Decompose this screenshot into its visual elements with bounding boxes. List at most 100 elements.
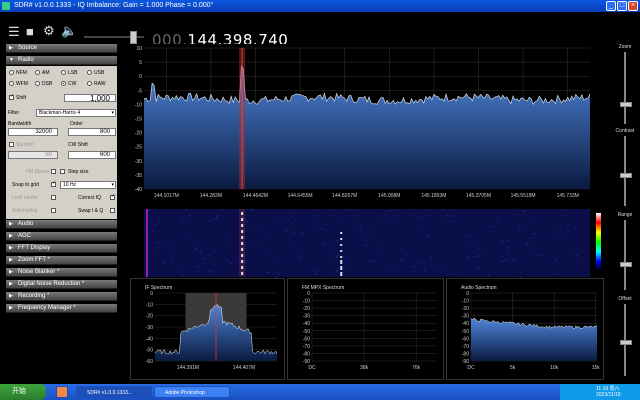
section-zoom-fft[interactable]: ▶ Zoom FFT * bbox=[6, 256, 117, 265]
waterfall-noise bbox=[268, 232, 271, 234]
mode-radio-dsb[interactable] bbox=[35, 81, 40, 86]
zoom-slider-track bbox=[624, 52, 626, 124]
waterfall-noise bbox=[287, 219, 290, 221]
snap-select[interactable]: 10 Hz bbox=[60, 181, 116, 189]
section-digital-noise-reduction[interactable]: ▶ Digital Noise Reduction * bbox=[6, 280, 117, 289]
spectrum-xtick: 144.6455M bbox=[288, 193, 313, 199]
zoom-slider-thumb[interactable] bbox=[620, 102, 632, 107]
waterfall-noise bbox=[371, 231, 374, 233]
waterfall-noise bbox=[181, 274, 184, 276]
mode-radio-lsb[interactable] bbox=[61, 70, 66, 75]
waterfall-display[interactable] bbox=[130, 208, 610, 278]
panel-ytick: 0 bbox=[307, 291, 310, 297]
range-slider-thumb[interactable] bbox=[620, 262, 632, 267]
task-photoshop[interactable]: Adobe Photoshop bbox=[154, 386, 230, 398]
section-source[interactable]: ▶ Source bbox=[6, 44, 117, 53]
mode-radio-wfm[interactable] bbox=[9, 81, 14, 86]
mode-radio-am[interactable] bbox=[35, 70, 40, 75]
squelch-checkbox[interactable] bbox=[9, 142, 14, 147]
zoom-label: Zoom bbox=[618, 44, 632, 50]
fmstereo-checkbox[interactable] bbox=[51, 169, 56, 174]
app-icon bbox=[2, 2, 10, 10]
waterfall-signal bbox=[340, 274, 343, 276]
waterfall-noise bbox=[348, 209, 351, 211]
stop-icon[interactable]: ■ bbox=[26, 25, 34, 39]
antifading-checkbox[interactable] bbox=[51, 208, 56, 213]
waterfall-signal bbox=[340, 256, 343, 258]
waterfall-noise bbox=[316, 270, 319, 272]
waterfall-noise bbox=[426, 235, 429, 237]
waterfall-signal bbox=[241, 218, 244, 221]
section-radio[interactable]: ▼ Radio bbox=[6, 56, 117, 65]
waterfall-noise bbox=[207, 255, 210, 257]
spectrum-xtick: 145.3705M bbox=[466, 193, 491, 199]
volume-slider-thumb[interactable] bbox=[130, 31, 137, 44]
waterfall-noise bbox=[379, 250, 382, 252]
section-frequency-manager[interactable]: ▶ Frequency Manager * bbox=[6, 304, 117, 313]
waterfall-noise bbox=[376, 247, 379, 249]
close-button[interactable]: × bbox=[628, 1, 638, 11]
mode-label-dsb: DSB bbox=[42, 81, 53, 87]
waterfall-noise bbox=[564, 215, 567, 217]
quicklaunch-icon[interactable] bbox=[56, 386, 68, 398]
gear-icon[interactable]: ⚙ bbox=[43, 24, 55, 38]
mode-radio-cw[interactable] bbox=[61, 81, 66, 86]
spectrum-xtick: 145.1893M bbox=[421, 193, 446, 199]
mode-radio-usb[interactable] bbox=[87, 70, 92, 75]
bandwidth-label: Bandwidth bbox=[8, 121, 32, 127]
waterfall-noise bbox=[157, 247, 160, 249]
waterfall-noise bbox=[266, 272, 269, 274]
waterfall-edge-signal bbox=[146, 209, 148, 277]
mode-radio-nfm[interactable] bbox=[9, 70, 14, 75]
shift-checkbox[interactable] bbox=[9, 93, 14, 100]
panel-ytick: -10 bbox=[303, 299, 310, 305]
waterfall-noise bbox=[208, 275, 211, 277]
waterfall-noise bbox=[369, 260, 372, 262]
waterfall-signal bbox=[340, 244, 343, 246]
contrast-slider-thumb[interactable] bbox=[620, 173, 632, 178]
waterfall-noise bbox=[289, 212, 292, 214]
bandwidth-input[interactable]: 32000 bbox=[8, 128, 58, 136]
maximize-button[interactable]: □ bbox=[617, 1, 627, 11]
waterfall-noise bbox=[267, 248, 270, 250]
task-sdr[interactable]: SDR# v1.0.0.1333... bbox=[76, 386, 152, 398]
offset-slider-thumb[interactable] bbox=[620, 340, 632, 345]
section-noise-blanker[interactable]: ▶ Noise Blanker * bbox=[6, 268, 117, 277]
mode-radio-raw[interactable] bbox=[87, 81, 92, 86]
filter-select[interactable]: Blackman-Harris 4 bbox=[36, 109, 116, 117]
shift-input[interactable]: 1,000 bbox=[64, 94, 116, 103]
lockcarrier-checkbox[interactable] bbox=[51, 195, 56, 200]
section-fft-display[interactable]: ▶ FFT Display bbox=[6, 244, 117, 253]
waterfall-noise bbox=[518, 228, 521, 230]
waterfall-noise bbox=[442, 209, 445, 211]
snap-checkbox[interactable] bbox=[51, 180, 56, 187]
swapiq-checkbox[interactable] bbox=[110, 208, 115, 213]
stepsize-checkbox[interactable] bbox=[60, 169, 65, 174]
menu-icon[interactable]: ☰ bbox=[8, 25, 20, 39]
waterfall-noise bbox=[359, 230, 362, 232]
waterfall-noise bbox=[399, 249, 402, 251]
correctiq-checkbox[interactable] bbox=[110, 193, 115, 200]
squelch-input[interactable]: 50 bbox=[8, 151, 58, 159]
panel-ytick: -20 bbox=[462, 306, 469, 312]
speaker-icon[interactable]: 🔈 bbox=[61, 24, 77, 38]
waterfall-noise bbox=[559, 224, 562, 226]
minimize-button[interactable]: _ bbox=[606, 1, 616, 11]
toolbar: ☰ ■ ⚙ 🔈 000.144.398.740 bbox=[0, 12, 640, 49]
order-input[interactable]: 800 bbox=[68, 128, 116, 136]
section-recording[interactable]: ▶ Recording * bbox=[6, 292, 117, 301]
fm-mpx-chart[interactable]: 0-10-20-30-40-50-60-70-80-90DC 38k 76k bbox=[288, 279, 443, 379]
if-spectrum-chart[interactable]: 0 -10 -20 -30 -40 -50 -60 144.391M 144.407M bbox=[131, 279, 284, 379]
waterfall-noise bbox=[389, 210, 392, 212]
section-audio[interactable]: ▶ Audio bbox=[6, 220, 117, 229]
waterfall-noise bbox=[530, 237, 533, 239]
waterfall-noise bbox=[416, 217, 419, 219]
section-agc[interactable]: ▶ AGC bbox=[6, 232, 117, 241]
main-spectrum-chart[interactable]: 10 5 0 -5 -10 -15 -20 -25 -30 -35 -40 144.1017M 144.… bbox=[130, 44, 600, 204]
start-button[interactable]: 开始 bbox=[0, 384, 46, 400]
audio-spectrum-chart[interactable]: 0-10-20-30-40-50-60-70-80-90DC 5k 10k 15k bbox=[447, 279, 603, 379]
panel-ytick: -20 bbox=[146, 314, 153, 320]
waterfall-noise bbox=[182, 218, 185, 220]
cwshift-input[interactable]: 600 bbox=[68, 151, 116, 159]
waterfall-signal bbox=[241, 212, 244, 215]
